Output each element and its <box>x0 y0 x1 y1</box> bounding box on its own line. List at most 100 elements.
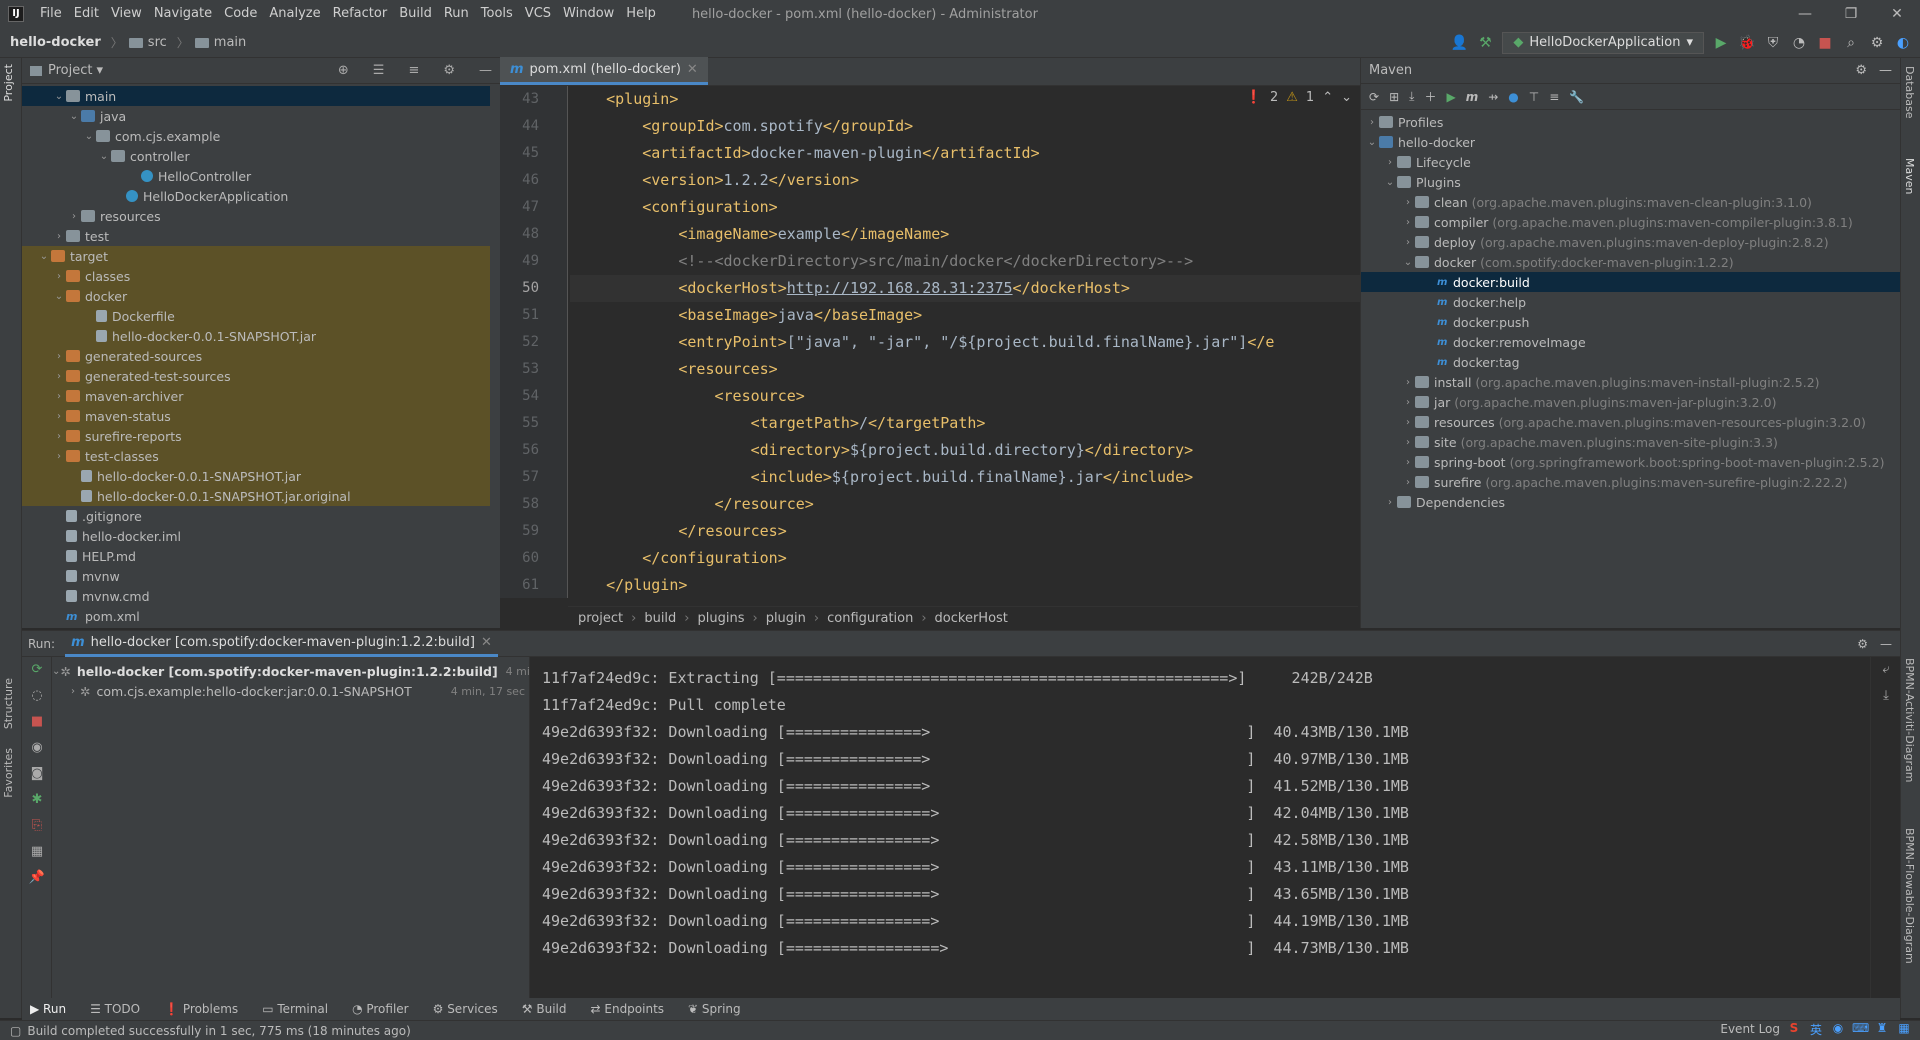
tree-item[interactable]: Dockerfile <box>22 306 490 326</box>
expand-arrow-icon[interactable]: › <box>52 391 66 402</box>
structure-tool-tab[interactable]: Structure <box>2 678 15 729</box>
breadcrumb-dockerHost[interactable]: dockerHost <box>935 611 1008 626</box>
maven-goal[interactable]: m docker:help <box>1361 292 1900 312</box>
run-tree-root[interactable]: ⌄ ✲ hello-docker [com.spotify:docker-mave… <box>52 661 580 681</box>
tool-tab-profiler[interactable]: ◔ Profiler <box>352 1002 409 1016</box>
breadcrumb-plugin[interactable]: plugin <box>766 611 806 626</box>
menu-build[interactable]: Build <box>393 0 438 28</box>
debug-icon[interactable]: ✱ <box>22 787 52 813</box>
tab-pom-xml[interactable]: m pom.xml (hello-docker) ✕ <box>500 57 708 85</box>
maven-goal[interactable]: m docker:tag <box>1361 352 1900 372</box>
close-tab-icon[interactable]: ✕ <box>481 635 492 650</box>
tree-item[interactable]: ⌄ java <box>22 106 490 126</box>
database-tool-tab[interactable]: Database <box>1903 66 1916 119</box>
tool-tab-todo[interactable]: ☰ TODO <box>90 1002 140 1016</box>
expand-arrow-icon[interactable]: › <box>52 351 66 362</box>
expand-arrow-icon[interactable]: › <box>1401 457 1415 468</box>
tree-item[interactable]: › generated-sources <box>22 346 490 366</box>
hide-icon[interactable]: — <box>1880 637 1892 651</box>
camera-icon[interactable]: ◙ <box>22 761 52 787</box>
maven-plugin-spring-boot[interactable]: › spring-boot (org.springframework.boot:sp… <box>1361 452 1900 472</box>
download-icon[interactable]: ⤓ <box>1409 89 1414 104</box>
hide-icon[interactable]: — <box>479 63 492 78</box>
tool-tab-terminal[interactable]: ▭ Terminal <box>262 1002 328 1016</box>
tree-item[interactable]: ⌄ main <box>22 86 490 106</box>
maven-plugin-surefire[interactable]: › surefire (org.apache.maven.plugins:maven… <box>1361 472 1900 492</box>
show-dependencies-icon[interactable]: ⊤ <box>1529 90 1539 104</box>
pause-icon[interactable]: ◌ <box>22 683 52 709</box>
maven-lifecycle[interactable]: › Lifecycle <box>1361 152 1900 172</box>
maven-dependencies[interactable]: › Dependencies <box>1361 492 1900 512</box>
close-icon[interactable]: ✕ <box>1874 6 1920 22</box>
expand-arrow-icon[interactable]: › <box>52 431 66 442</box>
expand-arrow-icon[interactable]: › <box>1401 377 1415 388</box>
tree-item[interactable]: hello-docker-0.0.1-SNAPSHOT.jar <box>22 466 490 486</box>
menu-file[interactable]: File <box>34 0 68 28</box>
maven-goal[interactable]: m docker:push <box>1361 312 1900 332</box>
user-icon[interactable]: 👤 <box>1450 35 1468 51</box>
tool-tab-endpoints[interactable]: ⇄ Endpoints <box>591 1002 665 1016</box>
menu-navigate[interactable]: Navigate <box>148 0 218 28</box>
bpmn-flowable-tab[interactable]: BPMN-Flowable-Diagram <box>1903 828 1916 964</box>
maven-project[interactable]: ⌄ hello-docker <box>1361 132 1900 152</box>
microphone-icon[interactable]: ◉ <box>1830 1021 1846 1037</box>
tree-item[interactable]: › generated-test-sources <box>22 366 490 386</box>
tool-tab-problems[interactable]: ❗ Problems <box>164 1002 238 1016</box>
plugin-icon[interactable]: ◐ <box>1894 35 1912 51</box>
maven-plugin-compiler[interactable]: › compiler (org.apache.maven.plugins:maven… <box>1361 212 1900 232</box>
menu-vcs[interactable]: VCS <box>519 0 557 28</box>
tree-item[interactable]: .gitignore <box>22 506 490 526</box>
maven-plugins[interactable]: ⌄ Plugins <box>1361 172 1900 192</box>
soft-wrap-icon[interactable]: ⤶ <box>1871 657 1901 683</box>
run-tab[interactable]: m hello-docker [com.spotify:docker-maven… <box>65 631 498 657</box>
expand-arrow-icon[interactable]: ⌄ <box>37 251 51 262</box>
tree-item[interactable]: › maven-archiver <box>22 386 490 406</box>
run-configuration-select[interactable]: ◆ HelloDockerApplication ▾ <box>1502 31 1704 54</box>
tree-item[interactable]: ⌄ docker <box>22 286 490 306</box>
shirt-icon[interactable]: ♜ <box>1874 1021 1890 1037</box>
breadcrumb-configuration[interactable]: configuration <box>827 611 913 626</box>
tree-item[interactable]: › surefire-reports <box>22 426 490 446</box>
tree-item[interactable]: › classes <box>22 266 490 286</box>
code-area[interactable]: <plugin> <groupId>com.spotify</groupId> … <box>570 86 1360 598</box>
stop-icon[interactable]: ■ <box>22 709 52 735</box>
tree-item[interactable]: ⌄ com.cjs.example <box>22 126 490 146</box>
tool-tab-spring[interactable]: ❦ Spring <box>688 1002 741 1016</box>
run-tree-child[interactable]: › ✲ com.cjs.example:hello-docker:jar:0.0.… <box>52 681 529 701</box>
pin-icon[interactable]: 📌 <box>22 865 52 891</box>
tree-item[interactable]: hello-docker.iml <box>22 526 490 546</box>
expand-arrow-icon[interactable]: ⌄ <box>82 131 96 142</box>
menu-run[interactable]: Run <box>438 0 475 28</box>
tree-item[interactable]: HelloController <box>22 166 490 186</box>
expand-arrow-icon[interactable]: › <box>1401 217 1415 228</box>
tree-item[interactable]: HelloDockerApplication <box>22 186 490 206</box>
favorites-tool-tab[interactable]: Favorites <box>2 748 15 798</box>
tree-item[interactable]: mvnw <box>22 566 490 586</box>
stop-icon[interactable]: ■ <box>1816 35 1834 51</box>
expand-all-icon[interactable]: ☰ <box>373 63 385 78</box>
expand-arrow-icon[interactable]: › <box>1401 237 1415 248</box>
expand-arrow-icon[interactable]: ⌄ <box>1401 257 1415 268</box>
debug-icon[interactable]: 🐞 <box>1738 35 1756 51</box>
maven-plugin-jar[interactable]: › jar (org.apache.maven.plugins:maven-jar-… <box>1361 392 1900 412</box>
expand-arrow-icon[interactable]: › <box>1401 477 1415 488</box>
settings-icon[interactable]: ⚙ <box>1868 35 1886 51</box>
maven-plugin-install[interactable]: › install (org.apache.maven.plugins:maven-… <box>1361 372 1900 392</box>
run-icon[interactable]: ▶ <box>1712 35 1730 51</box>
coverage-icon[interactable]: ⛨ <box>1764 35 1782 51</box>
hide-icon[interactable]: — <box>1879 63 1892 78</box>
menu-edit[interactable]: Edit <box>68 0 105 28</box>
menu-help[interactable]: Help <box>620 0 662 28</box>
expand-arrow-icon[interactable]: › <box>52 271 66 282</box>
search-icon[interactable]: ⌕ <box>1842 35 1860 51</box>
collapse-all-icon[interactable]: ≡ <box>1549 90 1559 104</box>
console-output[interactable]: 11f7af24ed9c: Extracting [==============… <box>530 657 1870 1001</box>
execute-goal-icon[interactable]: m <box>1466 90 1479 104</box>
eye-icon[interactable]: ◉ <box>22 735 52 761</box>
expand-arrow-icon[interactable]: › <box>52 451 66 462</box>
menu-tools[interactable]: Tools <box>475 0 519 28</box>
rerun-icon[interactable]: ⟳ <box>22 657 52 683</box>
expand-arrow-icon[interactable]: › <box>1401 437 1415 448</box>
maven-goal[interactable]: m docker:removeImage <box>1361 332 1900 352</box>
tree-item[interactable]: m pom.xml <box>22 606 490 626</box>
